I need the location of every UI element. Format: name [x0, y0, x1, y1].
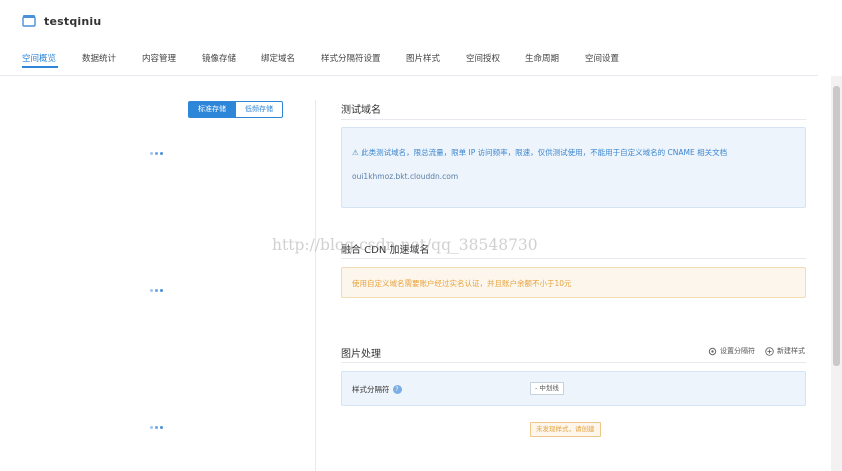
help-icon[interactable]: ? — [392, 385, 402, 394]
gear-icon — [708, 347, 717, 355]
tab-statistics[interactable]: 数据统计 — [82, 52, 116, 64]
tab-image-style[interactable]: 图片样式 — [406, 52, 440, 64]
scrollbar-thumb[interactable] — [833, 86, 840, 366]
separator-label: 样式分隔符 ? — [352, 384, 402, 395]
bucket-icon — [22, 14, 36, 28]
tab-overview[interactable]: 空间概览 — [22, 52, 56, 64]
section-divider — [341, 362, 806, 363]
separator-value-tag: - 中划线 — [530, 382, 564, 395]
loading-dots-icon — [150, 426, 163, 429]
loading-dots-icon — [150, 289, 163, 292]
standard-storage-button[interactable]: 标准存储 — [188, 101, 236, 118]
cdn-domain-title: 融合 CDN 加速域名 — [341, 245, 430, 256]
column-divider — [315, 100, 316, 471]
scrollbar[interactable] — [831, 76, 842, 471]
cdn-warning-text: 使用自定义域名需要账户经过实名认证，并且账户余额不小于10元 — [352, 279, 572, 288]
tab-separator[interactable]: 样式分隔符设置 — [321, 52, 381, 64]
set-separator-label: 设置分隔符 — [720, 347, 755, 355]
no-style-notice[interactable]: 未发现样式，请创建 — [530, 422, 601, 437]
cdn-warning-box: 使用自定义域名需要账户经过实名认证，并且账户余额不小于10元 — [341, 267, 806, 298]
tab-authorization[interactable]: 空间授权 — [466, 52, 500, 64]
tab-bar: 空间概览 数据统计 内容管理 镜像存储 绑定域名 样式分隔符设置 图片样式 空间… — [0, 52, 842, 76]
storage-type-toggle: 标准存储 低频存储 — [188, 101, 283, 118]
test-domain-title: 测试域名 — [341, 105, 381, 116]
low-frequency-storage-button[interactable]: 低频存储 — [236, 101, 283, 118]
tab-domain[interactable]: 绑定域名 — [261, 52, 295, 64]
image-processing-actions: 设置分隔符 新建样式 — [708, 346, 805, 356]
test-domain-notice[interactable]: ⚠ 此类测试域名，限总流量，限单 IP 访问频率，限速，仅供测试使用，不能用于自… — [352, 147, 727, 158]
new-style-button[interactable]: 新建样式 — [765, 346, 805, 356]
tab-content[interactable]: 内容管理 — [142, 52, 176, 64]
image-processing-title: 图片处理 — [341, 349, 381, 360]
separator-label-text: 样式分隔符 — [352, 385, 390, 394]
set-separator-button[interactable]: 设置分隔符 — [708, 346, 755, 356]
new-style-label: 新建样式 — [777, 347, 805, 355]
plus-circle-icon — [765, 346, 774, 356]
loading-dots-icon — [150, 152, 163, 155]
active-tab-indicator — [22, 66, 58, 68]
test-domain-info-box: ⚠ 此类测试域名，限总流量，限单 IP 访问频率，限速，仅供测试使用，不能用于自… — [341, 127, 806, 208]
left-column: 标准存储 低频存储 — [0, 76, 315, 471]
tab-mirror[interactable]: 镜像存储 — [202, 52, 236, 64]
separator-box: 样式分隔符 ? - 中划线 — [341, 371, 806, 406]
section-divider — [341, 258, 806, 259]
bucket-header: testqiniu — [22, 14, 101, 28]
test-domain-value: oui1khmoz.bkt.clouddn.com — [352, 172, 459, 181]
bucket-name: testqiniu — [44, 14, 102, 28]
tab-lifecycle[interactable]: 生命周期 — [525, 52, 559, 64]
section-divider — [341, 119, 806, 120]
tab-settings[interactable]: 空间设置 — [585, 52, 619, 64]
